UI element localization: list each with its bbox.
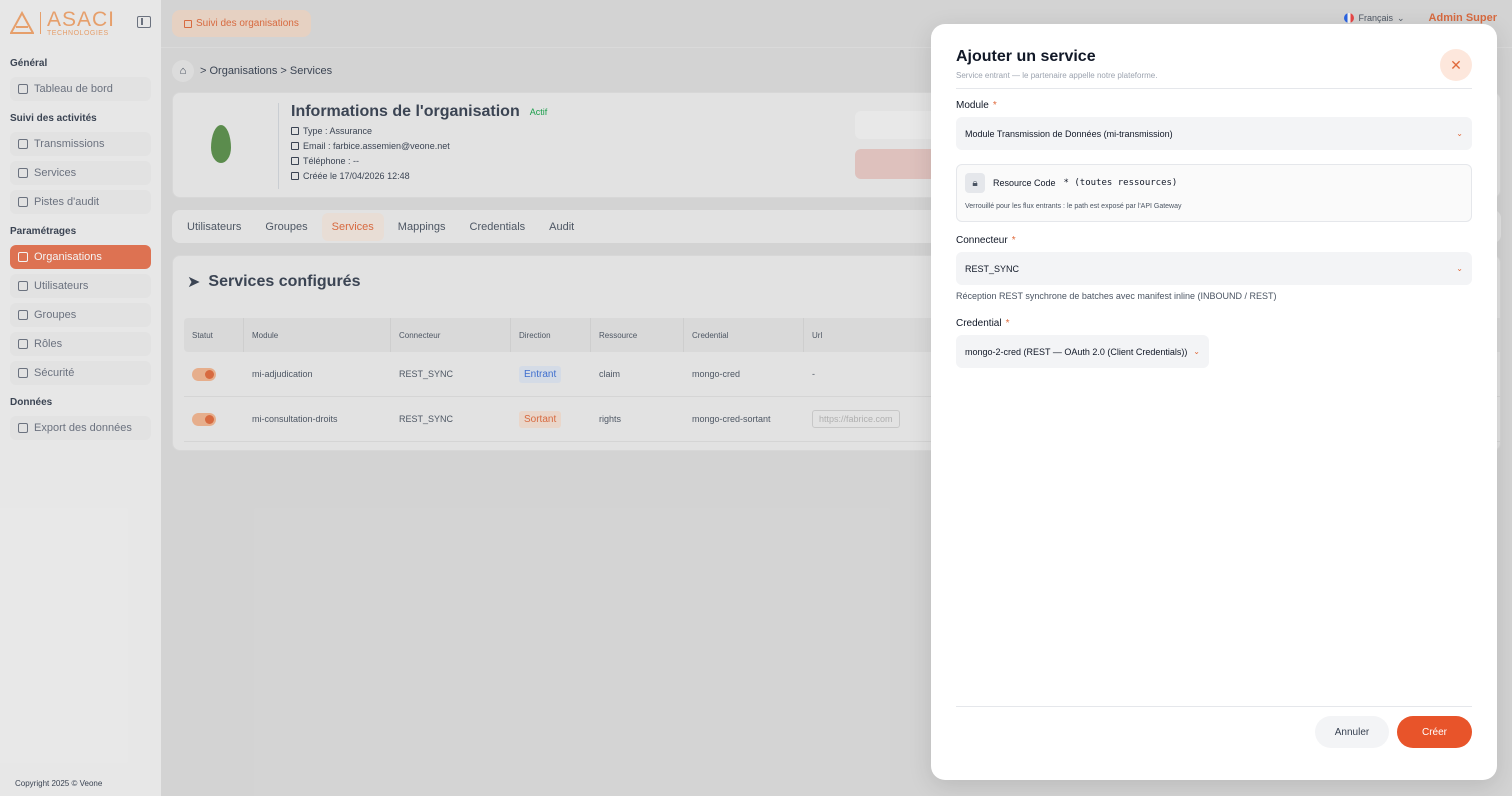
chevron-down-icon: ⌄ <box>1456 129 1463 138</box>
resource-code-value: * (toutes ressources) <box>1063 178 1178 188</box>
footer-divider <box>956 706 1472 707</box>
connector-select-value: REST_SYNC <box>965 263 1020 274</box>
module-select-value: Module Transmission de Données (mi-trans… <box>965 128 1173 139</box>
divider <box>956 88 1472 89</box>
lock-icon: 🔒︎ <box>965 173 985 193</box>
credential-field: Credential * mongo-2-cred (REST — OAuth 2… <box>956 318 1209 368</box>
resource-code-hint: Verrouillé pour les flux entrants : le p… <box>965 203 1182 210</box>
panel-title: Ajouter un service <box>956 48 1096 65</box>
credential-label-text: Credential <box>956 318 1002 329</box>
required-mark: * <box>1005 318 1010 329</box>
required-mark: * <box>1011 235 1016 246</box>
add-service-panel: Ajouter un service Service entrant — le … <box>931 24 1497 780</box>
connector-select[interactable]: REST_SYNC ⌄ <box>956 252 1472 285</box>
credential-select-value: mongo-2-cred (REST — OAuth 2.0 (Client C… <box>965 346 1188 357</box>
module-label-text: Module <box>956 100 989 111</box>
credential-select[interactable]: mongo-2-cred (REST — OAuth 2.0 (Client C… <box>956 335 1209 368</box>
resource-code-label: Resource Code <box>993 178 1056 188</box>
close-icon: ✕ <box>1450 56 1462 73</box>
create-button[interactable]: Créer <box>1397 716 1472 748</box>
connector-label-text: Connecteur <box>956 235 1008 246</box>
connector-description: Réception REST synchrone de batches avec… <box>956 291 1277 301</box>
module-label: Module * <box>956 100 1472 111</box>
required-mark: * <box>992 100 997 111</box>
chevron-down-icon: ⌄ <box>1193 347 1200 356</box>
cancel-button[interactable]: Annuler <box>1315 716 1389 748</box>
credential-label: Credential * <box>956 318 1209 329</box>
chevron-down-icon: ⌄ <box>1456 264 1463 273</box>
connector-field: Connecteur * REST_SYNC ⌄ Réception REST s… <box>956 235 1472 301</box>
panel-subtitle: Service entrant — le partenaire appelle … <box>956 71 1158 80</box>
close-button[interactable]: ✕ <box>1440 49 1472 81</box>
module-select[interactable]: Module Transmission de Données (mi-trans… <box>956 117 1472 150</box>
connector-label: Connecteur * <box>956 235 1472 246</box>
module-field: Module * Module Transmission de Données (… <box>956 100 1472 150</box>
resource-code-locked: 🔒︎ Resource Code * (toutes ressources) V… <box>956 164 1472 222</box>
resource-code-row: 🔒︎ Resource Code * (toutes ressources) <box>965 173 1463 193</box>
